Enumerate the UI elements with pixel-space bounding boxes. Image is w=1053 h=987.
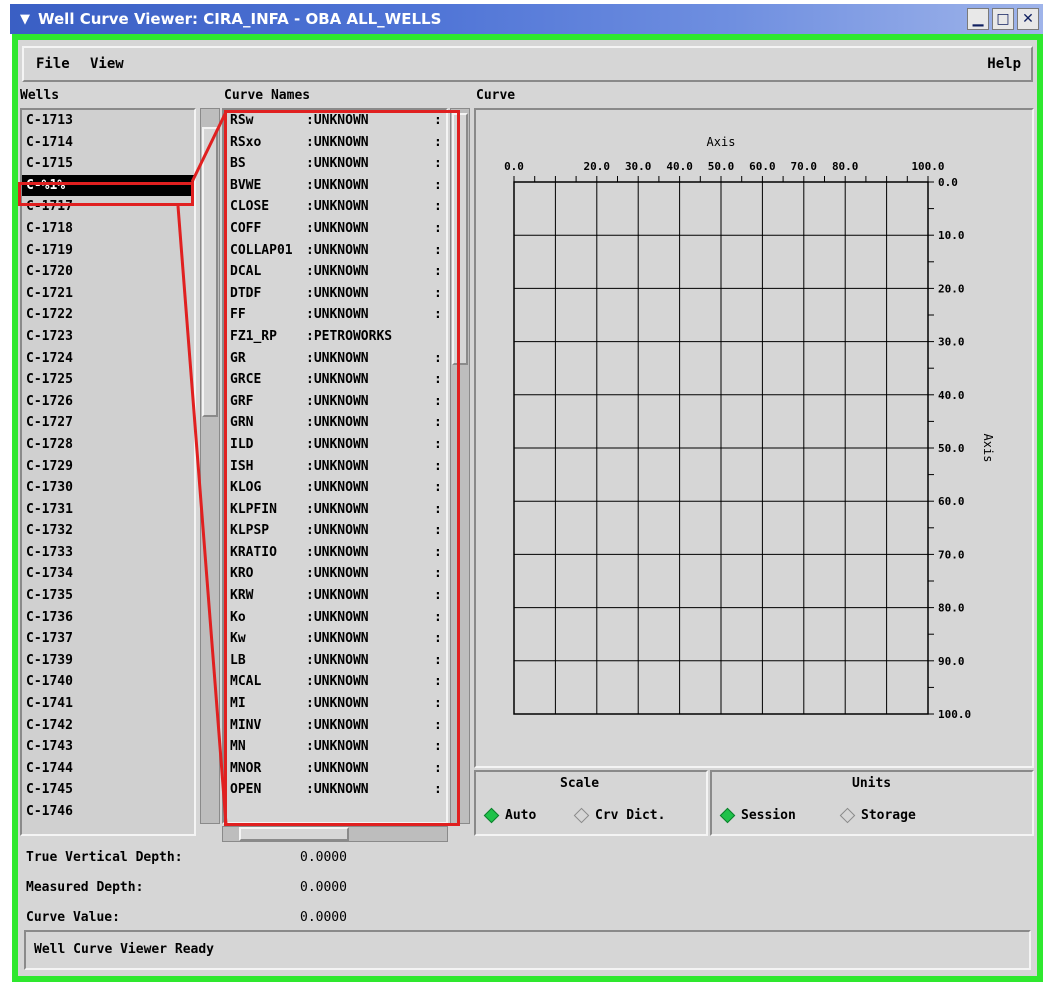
x-tick-label: 20.0	[584, 160, 611, 173]
units-storage-radio[interactable]: Storage	[839, 807, 916, 824]
y-tick-label: 30.0	[938, 336, 965, 349]
y-tick-label: 50.0	[938, 442, 965, 455]
callout-connector-lines	[176, 111, 228, 825]
scale-crv-dict-label: Crv Dict.	[595, 808, 666, 823]
x-axis-title: Axis	[707, 135, 736, 149]
radio-off-icon	[839, 807, 856, 824]
units-storage-label: Storage	[861, 808, 916, 823]
scale-crv-dict-radio[interactable]: Crv Dict.	[573, 807, 666, 824]
window-titlebar[interactable]: ▼ Well Curve Viewer: CIRA_INFA - OBA ALL…	[10, 4, 1043, 34]
x-tick-label: 100.0	[911, 160, 944, 173]
scale-auto-label: Auto	[505, 808, 537, 823]
y-tick-label: 10.0	[938, 229, 965, 242]
close-button[interactable]: ✕	[1017, 8, 1039, 30]
y-tick-label: 80.0	[938, 602, 965, 615]
units-session-label: Session	[741, 808, 796, 823]
units-panel: Units Session Storage	[710, 770, 1034, 836]
curve-plot-panel[interactable]: 0.0 20.0 30.0 40.0 50.0 60.0 70.0 80.0 100.0 0.0 1…	[474, 108, 1034, 768]
y-tick-label: 20.0	[938, 282, 965, 295]
y-tick-label: 0.0	[938, 176, 958, 189]
x-tick-label: 30.0	[625, 160, 652, 173]
minimize-button[interactable]: ▁	[967, 8, 989, 30]
y-tick-label: 100.0	[938, 708, 971, 721]
radio-on-icon	[719, 807, 736, 824]
radio-off-icon	[573, 807, 590, 824]
maximize-button[interactable]: □	[992, 8, 1014, 30]
scale-label: Scale	[560, 776, 600, 791]
tvd-value: 0.0000	[300, 850, 347, 865]
y-axis-title: Axis	[981, 434, 995, 463]
md-value: 0.0000	[300, 880, 347, 895]
tvd-label: True Vertical Depth:	[26, 850, 183, 865]
cv-value: 0.0000	[300, 910, 347, 925]
md-label: Measured Depth:	[26, 880, 144, 895]
callout-line-bottom	[176, 205, 228, 825]
units-session-radio[interactable]: Session	[719, 807, 796, 824]
y-tick-label: 60.0	[938, 495, 965, 508]
callout-line-top	[190, 111, 228, 183]
radio-on-icon	[483, 807, 500, 824]
window-menu-chevron-icon[interactable]: ▼	[16, 12, 34, 27]
menu-help[interactable]: Help	[987, 56, 1021, 72]
scale-panel: Scale Auto Crv Dict.	[474, 770, 708, 836]
y-tick-label: 40.0	[938, 389, 965, 402]
y-tick-label: 70.0	[938, 548, 965, 561]
x-tick-label: 0.0	[504, 160, 524, 173]
x-tick-label: 50.0	[708, 160, 735, 173]
curve-plot-svg: 0.0 20.0 30.0 40.0 50.0 60.0 70.0 80.0 100.0 0.0 1…	[504, 135, 995, 721]
x-tick-label: 70.0	[791, 160, 818, 173]
window-frame: File View Help Wells Curve Names Curve C…	[12, 34, 1043, 982]
x-tick-label: 80.0	[832, 160, 859, 173]
status-message: Well Curve Viewer Ready	[34, 942, 215, 957]
x-tick-label: 40.0	[666, 160, 693, 173]
x-tick-label: 60.0	[749, 160, 776, 173]
cv-label: Curve Value:	[26, 910, 120, 925]
scale-auto-radio[interactable]: Auto	[483, 807, 537, 824]
y-tick-label: 90.0	[938, 655, 965, 668]
window-title: Well Curve Viewer: CIRA_INFA - OBA ALL_W…	[38, 10, 442, 28]
curve-label: Curve	[476, 88, 516, 103]
status-bar: Well Curve Viewer Ready	[24, 930, 1031, 970]
units-label: Units	[852, 776, 892, 791]
